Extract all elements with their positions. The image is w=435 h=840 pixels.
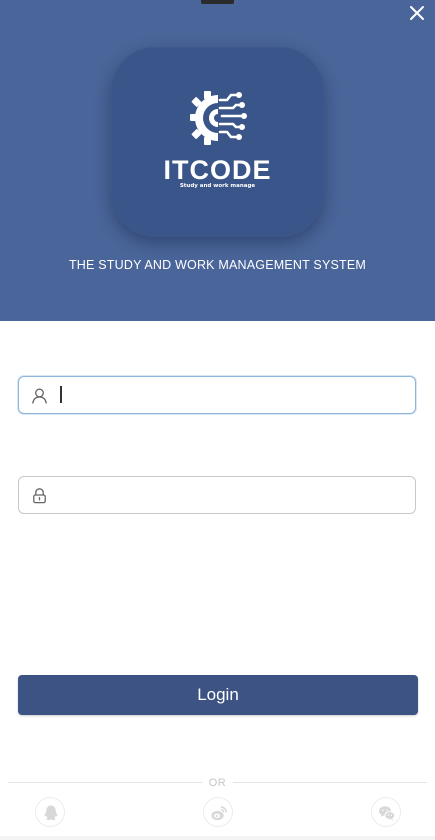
wechat-login-button[interactable] [371,797,401,827]
wechat-icon [379,806,396,821]
divider-line-left [8,782,202,783]
qq-login-button[interactable] [35,797,65,827]
close-icon [410,6,424,20]
header-banner: ITCODE Study and work manage THE STUDY A… [0,0,435,321]
app-logo: ITCODE Study and work manage [111,47,324,237]
bottom-edge [0,836,435,840]
login-screen: ITCODE Study and work manage THE STUDY A… [0,0,435,840]
username-input[interactable] [59,381,404,409]
divider-line-right [233,782,427,783]
gear-circuit-icon [190,91,247,145]
qq-icon [44,805,58,821]
lock-icon [31,487,48,504]
login-button[interactable]: Login [18,675,418,715]
username-field[interactable] [18,376,416,414]
logo-tagline: Study and work manage [179,183,256,189]
close-button[interactable] [407,3,427,23]
camera-notch [201,0,234,4]
or-divider-label: OR [208,777,227,789]
logo-wordmark: ITCODE [163,155,272,185]
password-field[interactable] [18,476,416,514]
password-input[interactable] [59,481,404,509]
user-icon [31,387,48,404]
text-caret [60,386,62,403]
weibo-icon [211,806,227,821]
app-subtitle: THE STUDY AND WORK MANAGEMENT SYSTEM [68,258,367,272]
weibo-login-button[interactable] [203,797,233,827]
